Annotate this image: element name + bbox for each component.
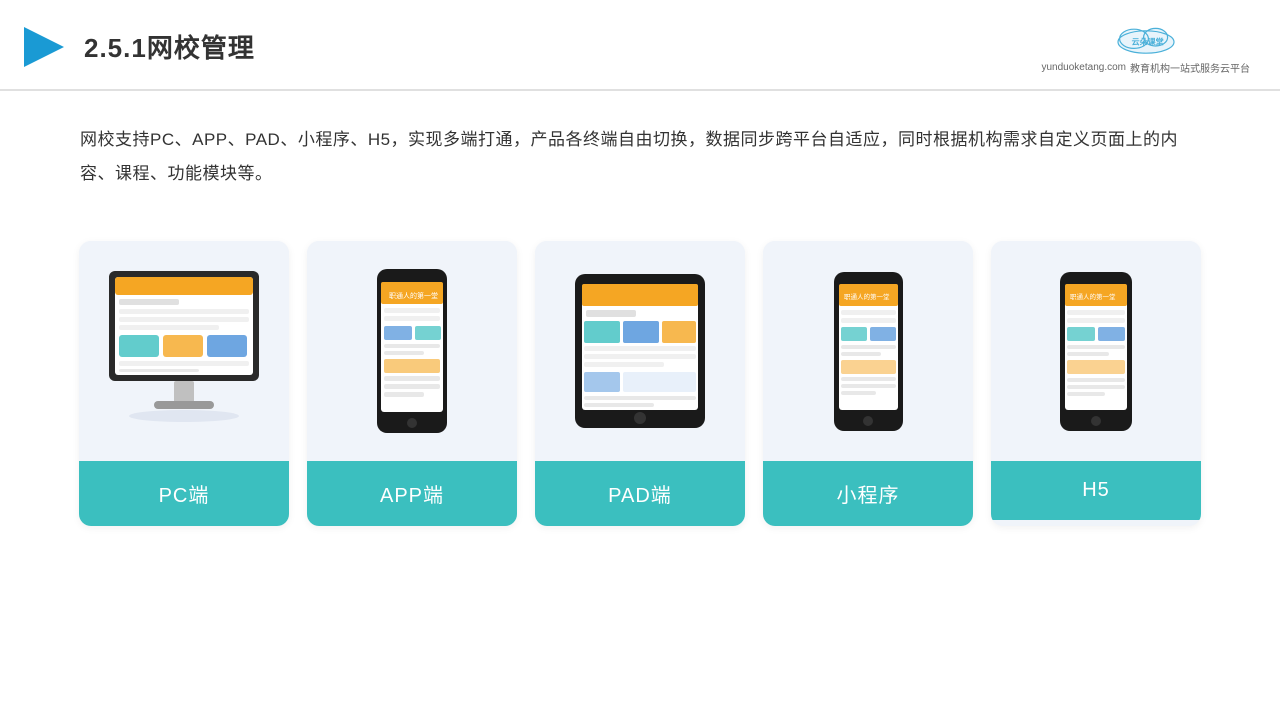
brand-logo: 云朵课堂 — [1106, 18, 1186, 58]
header-left: 2.5.1网校管理 — [20, 23, 255, 71]
page-title: 2.5.1网校管理 — [84, 28, 255, 65]
svg-text:职通人的第一堂: 职通人的第一堂 — [1070, 292, 1116, 301]
h5-device-icon: 职通人的第一堂 — [1057, 269, 1135, 434]
card-pc-label: PC端 — [79, 461, 289, 526]
cards-container: PC端 职通人的第一堂 — [0, 211, 1280, 556]
svg-text:职通人的第一堂: 职通人的第一堂 — [389, 291, 438, 300]
card-pad-image — [535, 241, 745, 461]
card-pad: PAD端 — [535, 241, 745, 526]
pc-device-icon — [99, 261, 269, 441]
card-pad-label: PAD端 — [535, 461, 745, 526]
logo-area: 云朵课堂 yunduoketang.com 教育机构一站式服务云平台 — [1041, 18, 1250, 75]
card-h5-label: H5 — [991, 461, 1201, 520]
logo-text-row: yunduoketang.com 教育机构一站式服务云平台 — [1041, 60, 1250, 75]
description-content: 网校支持PC、APP、PAD、小程序、H5，实现多端打通，产品各终端自由切换，数… — [80, 130, 1178, 183]
play-icon — [20, 23, 68, 71]
app-device-icon: 职通人的第一堂 — [372, 266, 452, 436]
miniapp-device-icon: 职通人的第一堂 — [831, 269, 906, 434]
card-app: 职通人的第一堂 APP端 — [307, 241, 517, 526]
card-pc-image — [79, 241, 289, 461]
card-miniapp-image: 职通人的第一堂 — [763, 241, 973, 461]
pad-device-icon — [570, 266, 710, 436]
card-miniapp-label: 小程序 — [763, 461, 973, 526]
svg-text:职通人的第一堂: 职通人的第一堂 — [844, 292, 890, 301]
logo-slogan: 教育机构一站式服务云平台 — [1130, 60, 1250, 75]
card-miniapp: 职通人的第一堂 小程序 — [763, 241, 973, 526]
header: 2.5.1网校管理 云朵课堂 yunduoketang.com 教育机构一站式服… — [0, 0, 1280, 91]
card-app-label: APP端 — [307, 461, 517, 526]
description-text: 网校支持PC、APP、PAD、小程序、H5，实现多端打通，产品各终端自由切换，数… — [0, 91, 1280, 211]
svg-text:云朵课堂: 云朵课堂 — [1131, 36, 1163, 46]
card-h5: 职通人的第一堂 H5 — [991, 241, 1201, 526]
card-pc: PC端 — [79, 241, 289, 526]
logo-url: yunduoketang.com — [1041, 62, 1126, 73]
card-h5-image: 职通人的第一堂 — [991, 241, 1201, 461]
card-app-image: 职通人的第一堂 — [307, 241, 517, 461]
